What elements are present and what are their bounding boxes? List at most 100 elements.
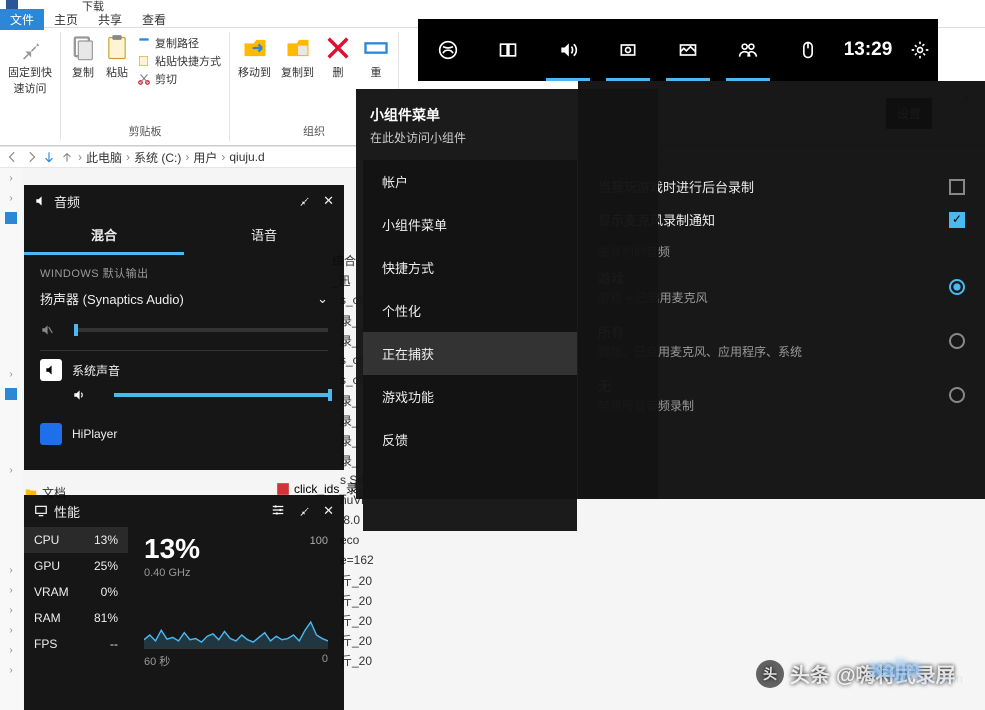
fps-value: -- xyxy=(110,637,118,651)
opt-all-radio[interactable] xyxy=(949,333,965,349)
file-item[interactable]: 斤_20 xyxy=(340,630,380,650)
performance-widget: 性能 ✕ CPU13% GPU25% VRAM0% RAM81% FPS-- 1… xyxy=(24,495,344,710)
chevron-down-icon[interactable]: ⌄ xyxy=(317,291,328,307)
clock: 13:29 xyxy=(838,39,898,61)
graph-sec: 60 秒 xyxy=(144,653,170,669)
widgets-icon[interactable] xyxy=(478,19,538,81)
voice-tab[interactable]: 语音 xyxy=(184,217,344,255)
cpu-chart xyxy=(144,589,328,648)
settings-menu-item[interactable]: 正在捕获 xyxy=(363,332,577,375)
widget-menu-subtitle: 在此处访问小组件 xyxy=(370,129,644,146)
copyto-button[interactable]: 复制到 xyxy=(281,34,314,80)
opt-game-radio[interactable] xyxy=(949,279,965,295)
tree-chevron[interactable]: › xyxy=(0,600,22,620)
file-item[interactable]: 斤_20 xyxy=(340,570,380,590)
options-icon[interactable] xyxy=(271,503,285,517)
master-volume-slider[interactable] xyxy=(74,328,328,332)
copy-label: 复制 xyxy=(72,64,94,80)
ram-metric[interactable]: RAM81% xyxy=(24,605,128,631)
file-item[interactable]: 斤_20 xyxy=(340,650,380,670)
rename-button[interactable]: 重 xyxy=(362,34,390,80)
vram-metric[interactable]: VRAM0% xyxy=(24,579,128,605)
mouse-icon[interactable] xyxy=(778,19,838,81)
copy-button[interactable]: 复制 xyxy=(69,34,97,88)
graph-big-value: 13% xyxy=(144,533,328,565)
tree-chevron[interactable]: › xyxy=(0,188,22,208)
tree-chevron[interactable]: › xyxy=(0,460,22,480)
opt-none-radio[interactable] xyxy=(949,387,965,403)
settings-menu-item[interactable]: 游戏功能 xyxy=(363,375,577,418)
crumb-sep: › xyxy=(126,150,130,164)
mute-icon[interactable] xyxy=(40,323,54,337)
forward-icon[interactable] xyxy=(24,150,38,164)
close-icon[interactable]: ✕ xyxy=(323,503,334,519)
settings-menu-item[interactable]: 快捷方式 xyxy=(363,246,577,289)
up-icon[interactable] xyxy=(60,150,74,164)
tree-chevron[interactable]: › xyxy=(0,364,22,384)
delete-button[interactable]: 删 xyxy=(324,34,352,80)
mic-notify-checkbox[interactable] xyxy=(949,212,965,228)
ram-value: 81% xyxy=(94,611,118,625)
system-volume-slider[interactable] xyxy=(114,393,328,397)
history-icon[interactable] xyxy=(42,150,56,164)
settings-menu-item[interactable]: 帐户 xyxy=(363,160,577,203)
pin-icon[interactable] xyxy=(297,193,311,207)
view-tab[interactable]: 查看 xyxy=(132,9,176,30)
speaker-icon[interactable] xyxy=(72,388,86,402)
file-item[interactable]: e=162 xyxy=(340,550,380,570)
tree-chevron[interactable]: › xyxy=(0,660,22,680)
metric-list: CPU13% GPU25% VRAM0% RAM81% FPS-- xyxy=(24,527,128,675)
moveto-label: 移动到 xyxy=(238,64,271,80)
device-name: 扬声器 (Synaptics Audio) xyxy=(40,289,184,308)
paste-shortcut-button[interactable]: 粘贴快捷方式 xyxy=(137,53,221,69)
bg-record-checkbox[interactable] xyxy=(949,179,965,195)
settings-menu-item[interactable]: 个性化 xyxy=(363,289,577,332)
hiplayer-label: HiPlayer xyxy=(72,427,117,441)
audio-icon[interactable] xyxy=(538,19,598,81)
fps-metric[interactable]: FPS-- xyxy=(24,631,128,657)
back-icon[interactable] xyxy=(6,150,20,164)
settings-icon[interactable] xyxy=(898,19,942,81)
tree-chevron[interactable]: › xyxy=(0,560,22,580)
performance-icon[interactable] xyxy=(658,19,718,81)
crumb-sys[interactable]: 系统 (C:) xyxy=(134,149,181,166)
audio-widget: 音频 ✕ 混合 语音 WINDOWS 默认输出 扬声器 (Synaptics A… xyxy=(24,185,344,470)
tree-chevron[interactable]: › xyxy=(0,640,22,660)
copy-path-button[interactable]: 复制路径 xyxy=(137,35,199,51)
social-icon[interactable] xyxy=(718,19,778,81)
home-tab[interactable]: 主页 xyxy=(44,9,88,30)
moveto-button[interactable]: 移动到 xyxy=(238,34,271,80)
file-tab[interactable]: 文件 xyxy=(0,9,44,30)
graph-zero: 0 xyxy=(322,653,328,669)
perf-title: 性能 xyxy=(54,502,80,521)
close-icon[interactable]: ✕ xyxy=(323,193,334,209)
settings-menu-item[interactable]: 小组件菜单 xyxy=(363,203,577,246)
crumb-sep: › xyxy=(78,150,82,164)
cpu-metric[interactable]: CPU13% xyxy=(24,527,128,553)
tree-chevron[interactable]: › xyxy=(0,580,22,600)
file-item[interactable]: 斤_20 xyxy=(340,590,380,610)
crumb-pc[interactable]: 此电脑 xyxy=(86,149,122,166)
paste-button[interactable]: 粘贴 xyxy=(103,34,131,88)
mix-tab[interactable]: 混合 xyxy=(24,217,184,255)
pin-icon[interactable] xyxy=(297,503,311,517)
nav-pane-edge: › › › › › › › › › › xyxy=(0,168,22,710)
gpu-metric[interactable]: GPU25% xyxy=(24,553,128,579)
share-tab[interactable]: 共享 xyxy=(88,9,132,30)
clipboard-label: 剪贴板 xyxy=(69,123,221,139)
capture-icon[interactable] xyxy=(598,19,658,81)
cut-button[interactable]: 剪切 xyxy=(137,71,177,87)
xbox-icon[interactable] xyxy=(418,19,478,81)
crumb-path[interactable]: qiuju.d xyxy=(229,150,264,164)
tree-chevron[interactable]: › xyxy=(0,620,22,640)
cpu-label: CPU xyxy=(34,533,59,547)
settings-menu-item[interactable]: 反馈 xyxy=(363,418,577,461)
pin-label1: 固定到快 xyxy=(8,64,52,80)
file-item[interactable]: eco xyxy=(340,530,380,550)
pin-button[interactable]: 固定到快 速访问 xyxy=(8,34,52,96)
file-item[interactable]: 斤_20 xyxy=(340,610,380,630)
crumb-user[interactable]: 用户 xyxy=(193,149,217,166)
system-sound-label: 系统声音 xyxy=(72,362,120,379)
pin-group: 固定到快 速访问 xyxy=(0,32,61,141)
tree-chevron[interactable]: › xyxy=(0,168,22,188)
